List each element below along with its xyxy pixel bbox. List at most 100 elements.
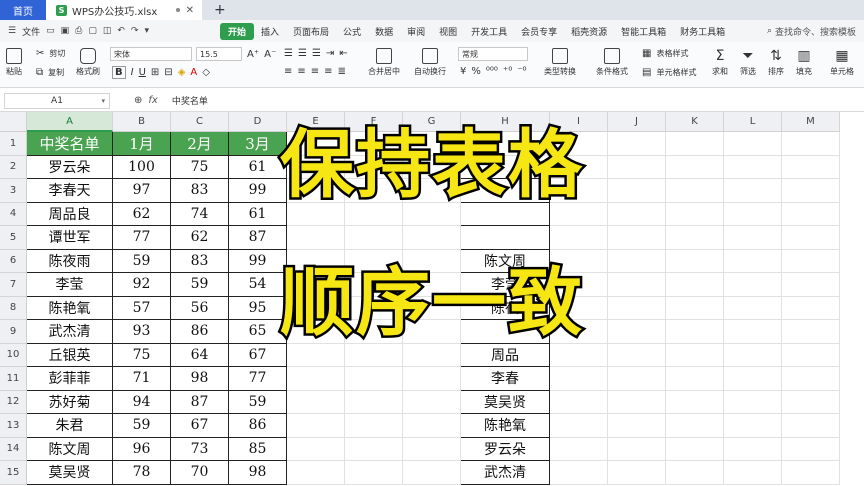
cell-l13[interactable] <box>724 414 782 438</box>
cell-l4[interactable] <box>724 202 782 226</box>
cell-e15[interactable] <box>287 461 345 485</box>
cell-h5[interactable] <box>461 226 550 250</box>
cell-k14[interactable] <box>666 437 724 461</box>
cell-j5[interactable] <box>608 226 666 250</box>
cell-j15[interactable] <box>608 461 666 485</box>
cell-b10[interactable]: 75 <box>113 343 171 367</box>
menu-item-page-layout[interactable]: 页面布局 <box>286 25 336 38</box>
fill-button[interactable]: ▥ 填充 <box>796 48 812 77</box>
hamburger-icon[interactable]: ☰ <box>8 26 16 36</box>
cell-l10[interactable] <box>724 343 782 367</box>
cell-f15[interactable] <box>345 461 403 485</box>
cell-e11[interactable] <box>287 367 345 391</box>
wrap-text-button[interactable]: 自动换行 <box>414 48 446 77</box>
cell-j11[interactable] <box>608 367 666 391</box>
file-menu[interactable]: 文件 <box>22 25 40 38</box>
cell-b11[interactable]: 71 <box>113 367 171 391</box>
menu-item-home[interactable]: 开始 <box>220 22 255 40</box>
bold-icon[interactable]: B <box>112 66 126 79</box>
cell-i11[interactable] <box>550 367 608 391</box>
cell-e10[interactable] <box>287 343 345 367</box>
cell-c11[interactable]: 98 <box>171 367 229 391</box>
outdent-icon[interactable]: ⇤ <box>339 48 347 59</box>
cell-c13[interactable]: 67 <box>171 414 229 438</box>
cell-a10[interactable]: 丘银英 <box>27 343 113 367</box>
export-icon[interactable]: ◫ <box>103 26 112 36</box>
cell-c10[interactable]: 64 <box>171 343 229 367</box>
align-center-icon[interactable]: ≡ <box>297 66 305 77</box>
cell-i14[interactable] <box>550 437 608 461</box>
align-right-icon[interactable]: ≡ <box>311 66 319 77</box>
cell-m12[interactable] <box>782 390 840 414</box>
row-header-13[interactable]: 13 <box>0 414 27 438</box>
cell-g12[interactable] <box>403 390 461 414</box>
cell-i13[interactable] <box>550 414 608 438</box>
cell-j12[interactable] <box>608 390 666 414</box>
cell-b15[interactable]: 78 <box>113 461 171 485</box>
percent-icon[interactable]: % <box>471 66 481 77</box>
cell-g11[interactable] <box>403 367 461 391</box>
cell-b4[interactable]: 62 <box>113 202 171 226</box>
cell-e5[interactable] <box>287 226 345 250</box>
chevron-down-icon[interactable]: ▾ <box>144 26 149 36</box>
cell-j13[interactable] <box>608 414 666 438</box>
cell-h15[interactable]: 武杰清 <box>461 461 550 485</box>
cell-c5[interactable]: 62 <box>171 226 229 250</box>
menu-item-data[interactable]: 数据 <box>368 25 400 38</box>
cell-l14[interactable] <box>724 437 782 461</box>
cell-c12[interactable]: 87 <box>171 390 229 414</box>
cell-c14[interactable]: 73 <box>171 437 229 461</box>
row-header-11[interactable]: 11 <box>0 367 27 391</box>
cell-e12[interactable] <box>287 390 345 414</box>
preview-icon[interactable]: ▢ <box>88 26 97 36</box>
font-color-icon[interactable]: A <box>190 67 197 78</box>
cell-i15[interactable] <box>550 461 608 485</box>
cell-m13[interactable] <box>782 414 840 438</box>
number-format-select[interactable]: 常规 <box>458 47 528 61</box>
filter-button[interactable]: ⏷ 筛选 <box>740 48 756 77</box>
cell-k10[interactable] <box>666 343 724 367</box>
cell-m4[interactable] <box>782 202 840 226</box>
cell-m11[interactable] <box>782 367 840 391</box>
cell-m15[interactable] <box>782 461 840 485</box>
row-header-14[interactable]: 14 <box>0 437 27 461</box>
cell-d12[interactable]: 59 <box>229 390 287 414</box>
redo-icon[interactable]: ↷ <box>131 26 139 36</box>
cell-a11[interactable]: 彭菲菲 <box>27 367 113 391</box>
row-header-15[interactable]: 15 <box>0 461 27 485</box>
align-bottom-icon[interactable]: ☰ <box>312 48 321 59</box>
save-icon[interactable]: ▣ <box>61 26 70 36</box>
row-header-5[interactable]: 5 <box>0 226 27 250</box>
chevron-down-icon[interactable]: ▾ <box>101 97 105 105</box>
align-left-icon[interactable]: ≡ <box>284 66 292 77</box>
cell-f5[interactable] <box>345 226 403 250</box>
fill-color-icon[interactable]: ◈ <box>178 67 186 78</box>
merge-center-button[interactable]: 合并居中 <box>368 48 400 77</box>
border-icon[interactable]: ⊞ <box>151 67 159 78</box>
cell-g10[interactable] <box>403 343 461 367</box>
cell-m5[interactable] <box>782 226 840 250</box>
cell-f14[interactable] <box>345 437 403 461</box>
cell-h14[interactable]: 罗云朵 <box>461 437 550 461</box>
command-search[interactable]: ⌕ 查找命令、搜索模板 <box>767 25 864 38</box>
cell-d4[interactable]: 61 <box>229 202 287 226</box>
undo-icon[interactable]: ↶ <box>117 26 125 36</box>
cell-d14[interactable]: 85 <box>229 437 287 461</box>
function-icon[interactable]: fx <box>148 95 157 106</box>
cell-h12[interactable]: 莫吴贤 <box>461 390 550 414</box>
close-tab-icon[interactable]: ✕ <box>186 5 194 16</box>
menu-item-view[interactable]: 视图 <box>432 25 464 38</box>
cell-a13[interactable]: 朱君 <box>27 414 113 438</box>
tab-home[interactable]: 首页 <box>0 0 46 20</box>
cell-k15[interactable] <box>666 461 724 485</box>
name-box[interactable]: A1 ▾ <box>4 92 110 109</box>
menu-item-formula[interactable]: 公式 <box>336 25 368 38</box>
sort-button[interactable]: ⇅ 排序 <box>768 48 784 77</box>
cell-i5[interactable] <box>550 226 608 250</box>
row-header-12[interactable]: 12 <box>0 390 27 414</box>
type-convert-button[interactable]: 类型转换 <box>544 48 576 77</box>
cell-j10[interactable] <box>608 343 666 367</box>
menu-item-finance-tools[interactable]: 财务工具箱 <box>673 25 732 38</box>
clear-format-icon[interactable]: ◇ <box>202 67 210 78</box>
merge-strike-icon[interactable]: ⊟ <box>164 67 172 78</box>
